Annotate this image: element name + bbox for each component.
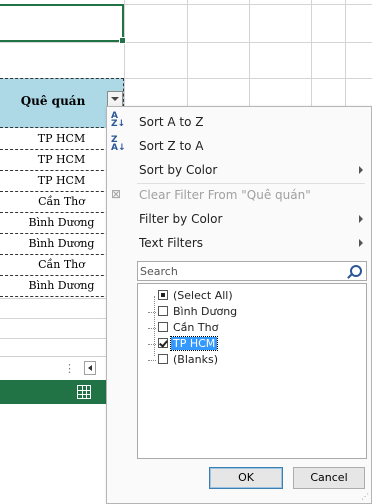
normal-view-icon[interactable] [77, 385, 91, 399]
search-icon[interactable] [350, 265, 362, 277]
filter-by-color-item[interactable]: Filter by Color [139, 212, 222, 226]
search-box[interactable] [137, 261, 367, 281]
cancel-button[interactable]: Cancel [293, 467, 365, 489]
checkbox-icon[interactable] [158, 322, 168, 332]
fill-handle[interactable] [119, 37, 126, 44]
checkbox-icon[interactable] [158, 290, 168, 300]
tree-line [154, 296, 155, 356]
resize-grip-icon[interactable]: ⋰ [361, 493, 369, 501]
autofilter-menu: A Z↓ Sort A to Z Z A↓ Sort Z to A Sort by … [106, 106, 372, 504]
sort-a-z-icon: A Z↓ [111, 111, 126, 129]
search-input[interactable] [140, 264, 340, 278]
list-item[interactable]: Cần Thơ [148, 320, 220, 336]
list-item[interactable]: TP HCM [148, 336, 219, 352]
sheet-tab-bar: ⋮ [0, 356, 108, 381]
checkbox-icon[interactable] [158, 306, 168, 316]
submenu-arrow-icon [359, 215, 363, 223]
list-item-select-all[interactable]: (Select All) [158, 288, 235, 304]
scroll-left-arrow-icon[interactable] [84, 361, 96, 375]
checkbox-icon[interactable] [158, 354, 168, 364]
grid-line [0, 42, 372, 43]
filter-dropdown-button[interactable] [107, 91, 123, 107]
background-area [0, 404, 108, 504]
clear-filter-item[interactable]: Clear Filter From "Quê quán" [139, 188, 311, 202]
filter-values-list[interactable]: (Select All) Bình Dương Cần Thơ TP HCM (… [137, 283, 367, 459]
menu-separator [137, 183, 365, 184]
sort-z-a-item[interactable]: Sort Z to A [139, 139, 204, 153]
list-item[interactable]: Bình Dương [148, 304, 239, 320]
submenu-arrow-icon [359, 166, 363, 174]
text-filters-item[interactable]: Text Filters [139, 236, 203, 250]
ok-button[interactable]: OK [209, 467, 283, 489]
sort-by-color-item[interactable]: Sort by Color [139, 163, 217, 177]
sort-a-z-item[interactable]: Sort A to Z [139, 115, 204, 129]
list-item[interactable]: (Blanks) [148, 352, 220, 368]
sort-z-a-icon: Z A↓ [111, 135, 126, 153]
submenu-arrow-icon [359, 239, 363, 247]
selected-cell[interactable] [0, 4, 126, 44]
more-tabs-icon[interactable]: ⋮ [64, 362, 75, 375]
clear-filter-icon: ⊠ [111, 187, 122, 201]
checkbox-icon[interactable] [158, 338, 168, 348]
status-bar [0, 380, 108, 404]
column-header-label: Quê quán [20, 94, 86, 108]
